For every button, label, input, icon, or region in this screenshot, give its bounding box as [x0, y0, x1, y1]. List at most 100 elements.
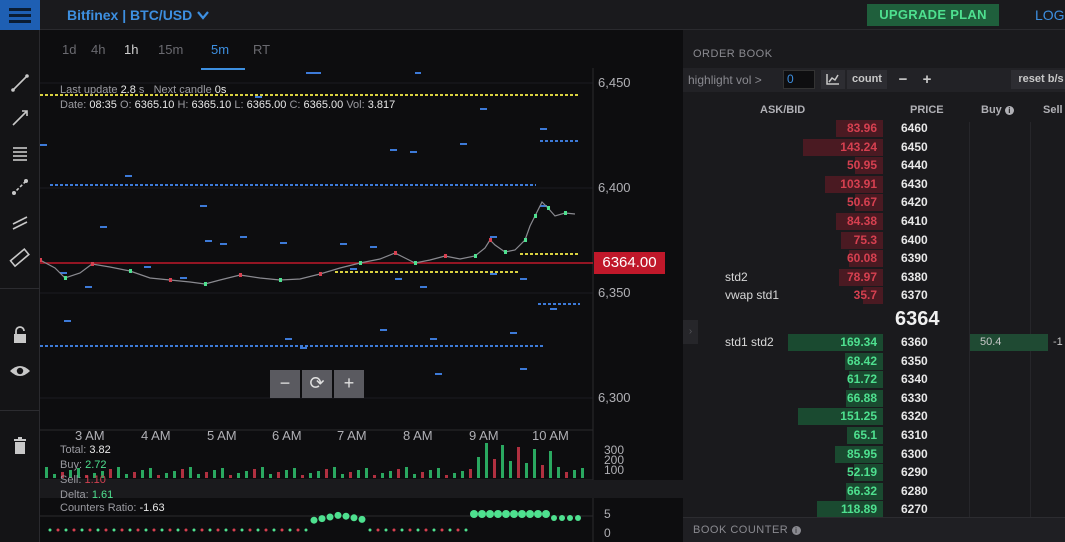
market-selector[interactable]: Bitfinex | BTC/USD — [67, 7, 210, 23]
bid-amount: 66.32 — [846, 483, 877, 498]
bid-row[interactable]: 66.88 6330 — [683, 389, 1065, 408]
bid-tag: std1 std2 — [725, 335, 774, 349]
order-level-marker — [460, 143, 467, 145]
delta-dot — [486, 510, 494, 518]
highlight-volume-input[interactable]: 0 — [783, 70, 815, 89]
delta-dot — [534, 510, 542, 518]
timeframe-5m[interactable]: 5m — [211, 42, 229, 57]
candle — [534, 214, 537, 218]
timeframe-rt[interactable]: RT — [253, 42, 270, 57]
time-axis-label: 6 AM — [272, 428, 302, 443]
menu-icon[interactable] — [0, 0, 40, 30]
last-price: 6364 — [895, 308, 940, 330]
ask-amount: 75.3 — [853, 232, 877, 247]
volume-bar — [317, 471, 320, 478]
timeframe-4h[interactable]: 4h — [91, 42, 105, 57]
channel-tool-icon[interactable] — [6, 210, 34, 236]
candle — [169, 278, 172, 282]
bid-price: 6310 — [901, 428, 928, 442]
volume-bar — [149, 468, 152, 478]
ask-row[interactable]: 78.97 6380 std2 — [683, 268, 1065, 287]
collapse-panel-icon[interactable]: › — [683, 320, 698, 344]
reset-zoom-button[interactable]: ⟳ — [302, 370, 332, 398]
timeframe-15m[interactable]: 15m — [158, 42, 183, 57]
order-level-marker — [200, 205, 207, 207]
chart-area[interactable]: 1d 4h 1h 15m 5m RT 6,450 6,400 6,350 6,3… — [40, 30, 683, 542]
delta-dot — [326, 513, 334, 521]
volume-bar — [421, 472, 424, 478]
top-bar: Bitfinex | BTC/USD UPGRADE PLAN LOGI — [0, 0, 1065, 30]
delta-dot — [216, 528, 220, 532]
order-level-marker — [380, 329, 387, 331]
current-price-tag: 6364.00 — [594, 252, 665, 274]
increase-precision-button[interactable]: + — [917, 70, 937, 89]
bid-price: 6320 — [901, 409, 928, 424]
delta-dot — [232, 528, 236, 532]
volume-bar — [493, 459, 496, 478]
ask-row[interactable]: 143.24 6450 — [683, 138, 1065, 157]
bid-row[interactable]: 52.19 6290 — [683, 463, 1065, 482]
delta-dot — [48, 528, 52, 532]
volume-bar — [573, 470, 576, 478]
delta-dot — [256, 528, 260, 532]
trash-icon[interactable] — [6, 433, 34, 459]
delta-dot — [288, 528, 292, 532]
ask-row[interactable]: 84.38 6410 — [683, 212, 1065, 231]
count-button[interactable]: count — [847, 70, 887, 89]
order-book-title: ORDER BOOK — [693, 48, 773, 60]
order-book-panel: ORDER BOOK highlight vol > 0 count − + r… — [683, 30, 1065, 542]
ask-price: 6450 — [901, 139, 928, 154]
bid-price: 6340 — [901, 372, 928, 387]
chart-toggle-icon[interactable] — [821, 70, 845, 89]
volume-bar — [525, 463, 528, 478]
bid-row[interactable]: 85.95 6300 — [683, 445, 1065, 464]
line-tool-icon[interactable] — [6, 70, 34, 96]
price-chart[interactable]: 6,450 6,400 6,350 6,300 3 AM 4 AM 5 AM 6… — [40, 68, 683, 542]
volume-bar — [341, 474, 344, 478]
ask-row[interactable]: 50.67 6420 — [683, 193, 1065, 212]
ray-tool-icon[interactable] — [6, 105, 34, 131]
ask-row[interactable]: 83.96 6460 — [683, 119, 1065, 138]
delta-dot — [72, 528, 76, 532]
bid-row[interactable]: 151.25 6320 — [683, 407, 1065, 426]
eye-icon[interactable] — [6, 358, 34, 384]
timeframe-1h[interactable]: 1h — [124, 42, 138, 57]
lock-icon[interactable] — [6, 322, 34, 348]
ruler-icon[interactable] — [6, 245, 34, 271]
ask-row[interactable]: 103.91 6430 — [683, 175, 1065, 194]
timeframe-1d[interactable]: 1d — [62, 42, 76, 57]
order-level-marker — [520, 278, 527, 280]
bid-row[interactable]: 68.42 6350 — [683, 352, 1065, 371]
decrease-precision-button[interactable]: − — [893, 70, 913, 89]
volume-bar — [173, 471, 176, 478]
order-level-marker — [520, 368, 527, 370]
reset-buy-sell-button[interactable]: reset b/s — [1011, 70, 1065, 89]
measure-tool-icon[interactable] — [6, 174, 34, 200]
ask-row[interactable]: 35.7 6370 vwap std1 — [683, 286, 1065, 305]
delta-dot — [248, 528, 252, 532]
upgrade-plan-button[interactable]: UPGRADE PLAN — [867, 4, 999, 26]
bid-row[interactable]: 65.1 6310 — [683, 426, 1065, 445]
zoom-in-button[interactable]: + — [334, 370, 364, 398]
zoom-out-button[interactable]: − — [270, 370, 300, 398]
ask-row[interactable]: 50.95 6440 — [683, 156, 1065, 175]
market-label: Bitfinex | BTC/USD — [67, 7, 193, 23]
delta-dot — [272, 528, 276, 532]
order-level-marker — [510, 332, 517, 334]
order-level-marker — [64, 320, 71, 322]
volume-bar — [373, 475, 376, 478]
ask-row[interactable]: 75.3 6400 — [683, 231, 1065, 250]
ask-row[interactable]: 60.08 6390 — [683, 249, 1065, 268]
horizontal-lines-icon[interactable] — [6, 140, 34, 166]
delta-axis-label: 5 — [604, 507, 611, 521]
volume-bar — [581, 468, 584, 478]
delta-dot — [88, 528, 92, 532]
login-link[interactable]: LOGI — [1035, 7, 1065, 23]
bid-amount: 61.72 — [846, 372, 877, 387]
bid-row[interactable]: 61.72 6340 — [683, 370, 1065, 389]
bid-row[interactable]: 66.32 6280 — [683, 482, 1065, 501]
volume-bar — [253, 469, 256, 478]
time-axis-label: 7 AM — [337, 428, 367, 443]
candle — [91, 262, 94, 266]
volume-bar — [453, 473, 456, 478]
